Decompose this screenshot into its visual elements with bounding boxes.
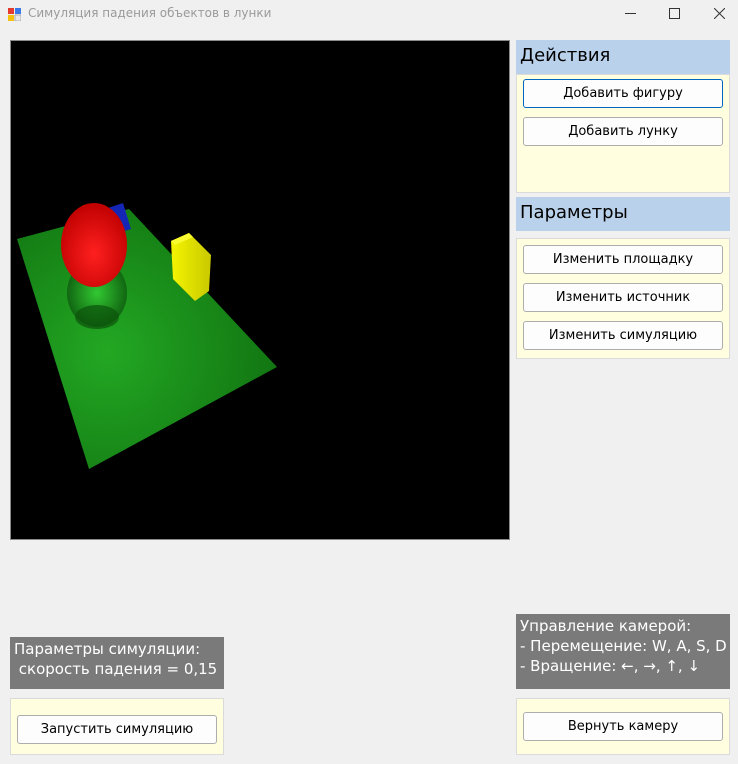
add-hole-button[interactable]: Добавить лунку: [523, 117, 723, 146]
maximize-icon: [668, 7, 680, 19]
change-source-button[interactable]: Изменить источник: [523, 283, 723, 312]
scene-viewport[interactable]: [10, 40, 510, 540]
simulation-params-label: Параметры симуляции: скорость падения = …: [10, 637, 224, 689]
camera-controls-label: Управление камерой: - Перемещение: W, A,…: [516, 614, 730, 689]
minimize-icon: [624, 8, 636, 19]
actions-panel: Добавить фигуру Добавить лунку: [516, 74, 730, 193]
parameters-header: Параметры: [516, 197, 730, 231]
minimize-button[interactable]: [607, 0, 653, 26]
change-simulation-button[interactable]: Изменить симуляцию: [523, 321, 723, 350]
simulation-panel: Запустить симуляцию: [10, 698, 224, 755]
close-icon: [713, 7, 725, 19]
platform: [17, 209, 277, 469]
camera-rotate-keys: - Вращение: ←, →, ↑, ↓: [520, 657, 701, 675]
window-title: Симуляция падения объектов в лунки: [28, 6, 272, 20]
camera-panel: Вернуть камеру: [516, 698, 730, 755]
simulation-params-title: Параметры симуляции:: [14, 640, 201, 658]
parameters-panel: Изменить площадку Изменить источник Изме…: [516, 238, 730, 359]
reset-camera-button[interactable]: Вернуть камеру: [523, 712, 723, 741]
change-platform-button[interactable]: Изменить площадку: [523, 245, 723, 274]
close-button[interactable]: [696, 0, 738, 26]
app-icon: [8, 6, 22, 22]
camera-move-keys: - Перемещение: W, A, S, D: [520, 637, 727, 655]
actions-header: Действия: [516, 40, 730, 74]
start-simulation-button[interactable]: Запустить симуляцию: [17, 715, 217, 744]
camera-controls-title: Управление камерой:: [520, 617, 692, 635]
red-sphere: [61, 203, 127, 287]
maximize-button[interactable]: [651, 0, 697, 26]
fall-speed-value: скорость падения = 0,15: [14, 660, 218, 678]
add-shape-button[interactable]: Добавить фигуру: [523, 79, 723, 108]
title-bar: Симуляция падения объектов в лунки: [0, 0, 738, 26]
